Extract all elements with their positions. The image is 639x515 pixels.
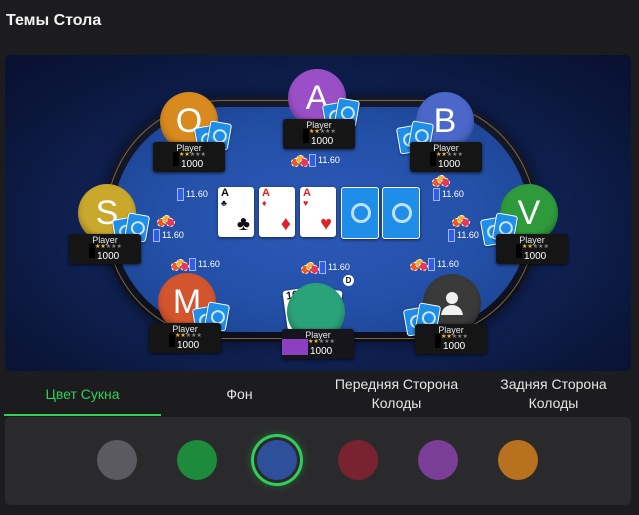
- player-plate: Player ★★★★★ 1000: [69, 234, 141, 264]
- page-title: Темы Стола: [6, 12, 102, 29]
- seat-b: B Player ★★★★★ 1000: [395, 92, 486, 172]
- bet-icon: [452, 213, 470, 227]
- player-plate: Player ★★★★★ 1000: [415, 324, 487, 354]
- bet-amount: 11.60: [433, 187, 464, 201]
- bet-amount: 11.60: [153, 228, 184, 242]
- bet-icon: [432, 173, 450, 187]
- player-plate: Player ★★★★★ 1000: [282, 329, 354, 359]
- bet-amount: 11.60: [301, 260, 350, 274]
- player-plate: Player ★★★★★ 1000: [283, 119, 355, 149]
- bet-amount: 11.60: [410, 257, 459, 271]
- tab-felt-color[interactable]: Цвет Сукна: [4, 371, 161, 417]
- bet-amount: 11.60: [171, 257, 220, 271]
- seat-a: A Player ★★★★★ 1000: [278, 69, 361, 149]
- bet-amount: 11.60: [291, 153, 340, 167]
- card-back: [341, 187, 379, 239]
- card-back: [382, 187, 420, 239]
- felt-color-picker: [5, 417, 631, 505]
- player-plate: Player ★★★★★ 1000: [149, 323, 221, 353]
- bet-amount: 11.60: [448, 228, 479, 242]
- swatch-orange[interactable]: [498, 440, 538, 480]
- community-card: A ♥ ♥: [300, 187, 336, 237]
- swatch-green[interactable]: [177, 440, 217, 480]
- player-plate: Player ★★★★★ 1000: [410, 142, 482, 172]
- tab-deck-front[interactable]: Передняя Сторона Колоды: [318, 371, 475, 417]
- swatch-maroon[interactable]: [338, 440, 378, 480]
- swatch-purple[interactable]: [418, 440, 458, 480]
- bet-amount: 11.60: [177, 187, 208, 201]
- swatch-gray[interactable]: [97, 440, 137, 480]
- tab-background[interactable]: Фон: [161, 371, 318, 417]
- seat-o: O Player ★★★★★ 1000: [150, 92, 233, 172]
- bet-icon: [157, 213, 175, 227]
- theme-tabs: Цвет Сукна Фон Передняя Сторона Колоды З…: [0, 371, 639, 417]
- seat-v: V Player ★★★★★ 1000: [479, 184, 570, 264]
- tab-deck-back[interactable]: Задняя Сторона Колоды: [475, 371, 632, 417]
- seat-hero: Player ★★★★★ 1000: [277, 281, 357, 359]
- player-plate: Player ★★★★★ 1000: [496, 234, 568, 264]
- seat-default: Player ★★★★★ 1000: [402, 274, 493, 354]
- active-tab-indicator: [4, 414, 161, 416]
- swatch-blue[interactable]: [257, 440, 297, 480]
- seat-m: M Player ★★★★★ 1000: [148, 273, 231, 353]
- player-plate: Player ★★★★★ 1000: [153, 142, 225, 172]
- community-card: A ♣ ♣: [218, 187, 254, 237]
- seat-s: S Player ★★★★★ 1000: [68, 184, 151, 264]
- table-preview: A ♣ ♣ A ♦ ♦ A ♥ ♥ 10 ♠ ♠ 10 ♥ ♥ D A Play…: [5, 55, 631, 371]
- community-card: A ♦ ♦: [259, 187, 295, 237]
